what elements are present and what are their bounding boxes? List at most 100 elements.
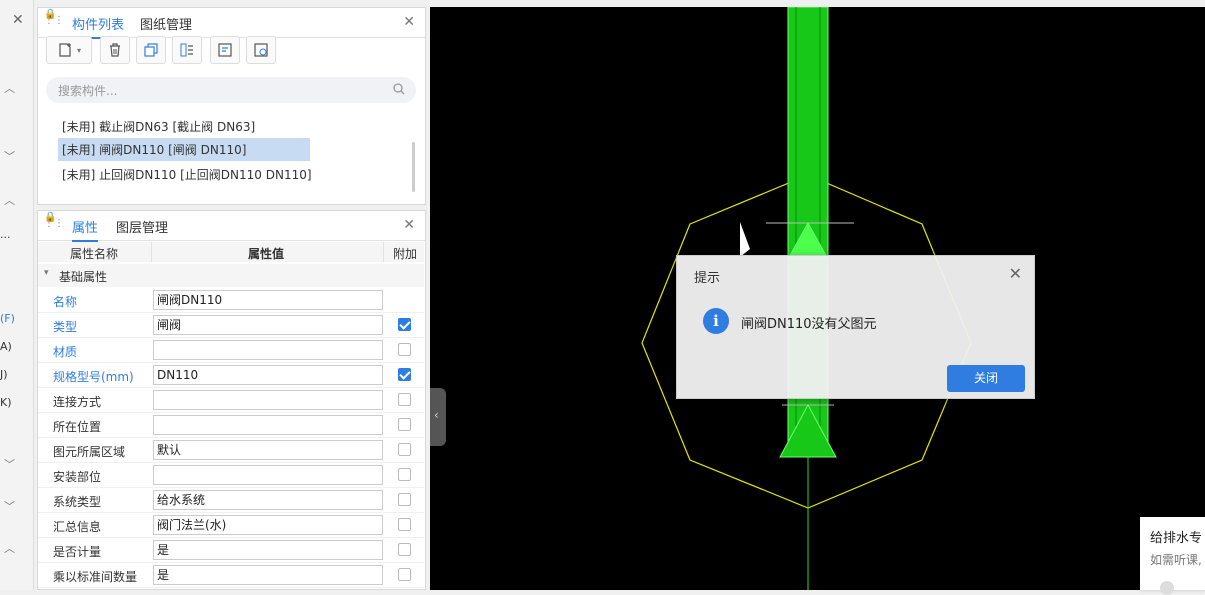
trash-icon [110,43,120,57]
card-title: 给排水专 [1150,531,1203,546]
property-row: 名称 闸阀DN110 [38,288,424,313]
property-value-field[interactable]: 闸阀 [153,315,383,335]
property-name: 所在位置 [53,420,102,434]
tab-layer-management[interactable]: 图层管理 [116,217,168,236]
avatar [1160,581,1174,595]
property-value-field[interactable]: 阀门法兰(水) [153,515,383,535]
close-icon[interactable]: ✕ [403,14,415,30]
extra-checkbox[interactable] [398,493,411,506]
extra-checkbox[interactable] [398,318,411,331]
close-icon[interactable]: ✕ [1009,264,1022,283]
tab-drawing-management[interactable]: 图纸管理 [140,14,192,33]
extra-checkbox[interactable] [398,568,411,581]
property-name: 系统类型 [53,495,102,509]
property-row: 所在位置 [38,413,424,438]
layer-copy-button[interactable] [172,36,202,64]
search-placeholder: 搜索构件... [58,84,118,98]
extra-checkbox[interactable] [398,518,411,531]
property-value-field[interactable]: 闸阀DN110 [153,290,383,310]
drag-grip-icon[interactable]: 🔒 ⋮⋮ [44,213,64,237]
chevron-down-icon[interactable]: ﹀ [4,148,15,164]
property-value-field[interactable]: 是 [153,565,383,585]
extra-checkbox[interactable] [398,393,411,406]
search-input[interactable]: 搜索构件... [46,77,416,103]
extra-checkbox[interactable] [398,543,411,556]
property-name: 汇总信息 [53,520,102,534]
top-toolbar-strip [430,0,1205,7]
filter-button[interactable] [210,36,240,64]
extra-checkbox[interactable] [398,443,411,456]
property-row: 材质 [38,338,424,363]
property-value-field[interactable] [153,415,383,435]
extra-checkbox[interactable] [398,418,411,431]
side-label: ... [0,228,11,241]
cursor-icon [740,222,750,257]
property-value-field[interactable]: 是 [153,540,383,560]
collapse-panel-handle[interactable]: ‹ [430,388,446,446]
copy-icon [144,43,158,57]
dialog-message: 闸阀DN110没有父图元 [741,317,877,332]
property-row: 图元所属区域 默认 [38,438,424,463]
column-header-extra: 附加 [384,242,424,262]
course-promo-card[interactable]: 给排水专 如需听课, [1140,517,1205,595]
tab-properties[interactable]: 属性 [72,217,99,242]
chevron-down-icon[interactable]: ﹀ [4,456,15,472]
tab-component-list[interactable]: 构件列表 [72,14,125,39]
property-name: 规格型号(mm) [53,370,134,384]
close-button[interactable]: 关闭 [947,365,1025,392]
property-value-field[interactable]: 默认 [153,440,383,460]
filter-icon [218,43,232,57]
side-label[interactable]: A) [0,340,12,353]
property-row: 连接方式 [38,388,424,413]
list-item-selected[interactable]: [未用] 闸阀DN110 [闸阀 DN110] [58,138,310,161]
group-header-basic[interactable]: ▾ 基础属性 [38,264,424,287]
collapse-triangle-icon: ▾ [44,268,49,278]
property-name: 名称 [53,295,78,309]
column-header-name: 属性名称 [38,242,152,262]
property-row: 安装部位 [38,463,424,488]
list-scrollbar[interactable] [412,142,415,192]
drag-grip-icon[interactable]: 🔒 ⋮⋮ [44,10,64,34]
search-icon [393,83,405,95]
property-name: 是否计量 [53,545,102,559]
info-icon: i [703,308,729,334]
copy-button[interactable] [136,36,166,64]
close-icon[interactable]: ✕ [403,217,415,233]
property-row: 汇总信息 阀门法兰(水) [38,513,424,538]
dialog-title: 提示 [694,271,721,286]
extra-checkbox[interactable] [398,343,411,356]
property-name: 类型 [53,320,78,334]
dropdown-caret-icon: ▾ [76,45,81,55]
chevron-up-icon[interactable]: ︿ [4,80,15,96]
side-label[interactable]: J) [0,368,8,381]
property-value-field[interactable]: 给水系统 [153,490,383,510]
property-value-field[interactable] [153,465,383,485]
chevron-down-icon[interactable]: ﹀ [4,498,15,514]
message-dialog: 提示 ✕ i 闸阀DN110没有父图元 关闭 [676,255,1035,399]
settings-icon [254,43,268,57]
property-value-field[interactable]: DN110 [153,365,383,385]
settings-button[interactable] [246,36,276,64]
list-item[interactable]: [未用] 止回阀DN110 [止回阀DN110 DN110] [58,163,316,186]
extra-checkbox[interactable] [398,468,411,481]
property-row: 类型 闸阀 [38,313,424,338]
column-header-value: 属性值 [152,242,384,262]
side-label[interactable]: K) [0,396,12,409]
property-row: 规格型号(mm) DN110 [38,363,424,388]
property-tabbar: 🔒 ⋮⋮ 属性 图层管理 ✕ [38,211,425,242]
property-name: 材质 [53,345,78,359]
new-component-button[interactable]: ▾ [46,36,92,64]
property-name: 安装部位 [53,470,102,484]
delete-button[interactable] [100,36,130,64]
chevron-up-icon[interactable]: ︿ [4,540,15,556]
extra-checkbox[interactable] [398,368,411,381]
property-row: 乘以标准间数量 是 [38,563,424,588]
chevron-up-icon[interactable]: ︿ [4,192,15,208]
list-item[interactable]: [未用] 截止阀DN63 [截止阀 DN63] [58,115,259,138]
property-value-field[interactable] [153,390,383,410]
side-label[interactable]: (F) [0,312,15,325]
property-value-field[interactable] [153,340,383,360]
property-name: 乘以标准间数量 [53,570,138,584]
close-icon[interactable]: ✕ [12,12,24,28]
new-icon [59,43,71,57]
